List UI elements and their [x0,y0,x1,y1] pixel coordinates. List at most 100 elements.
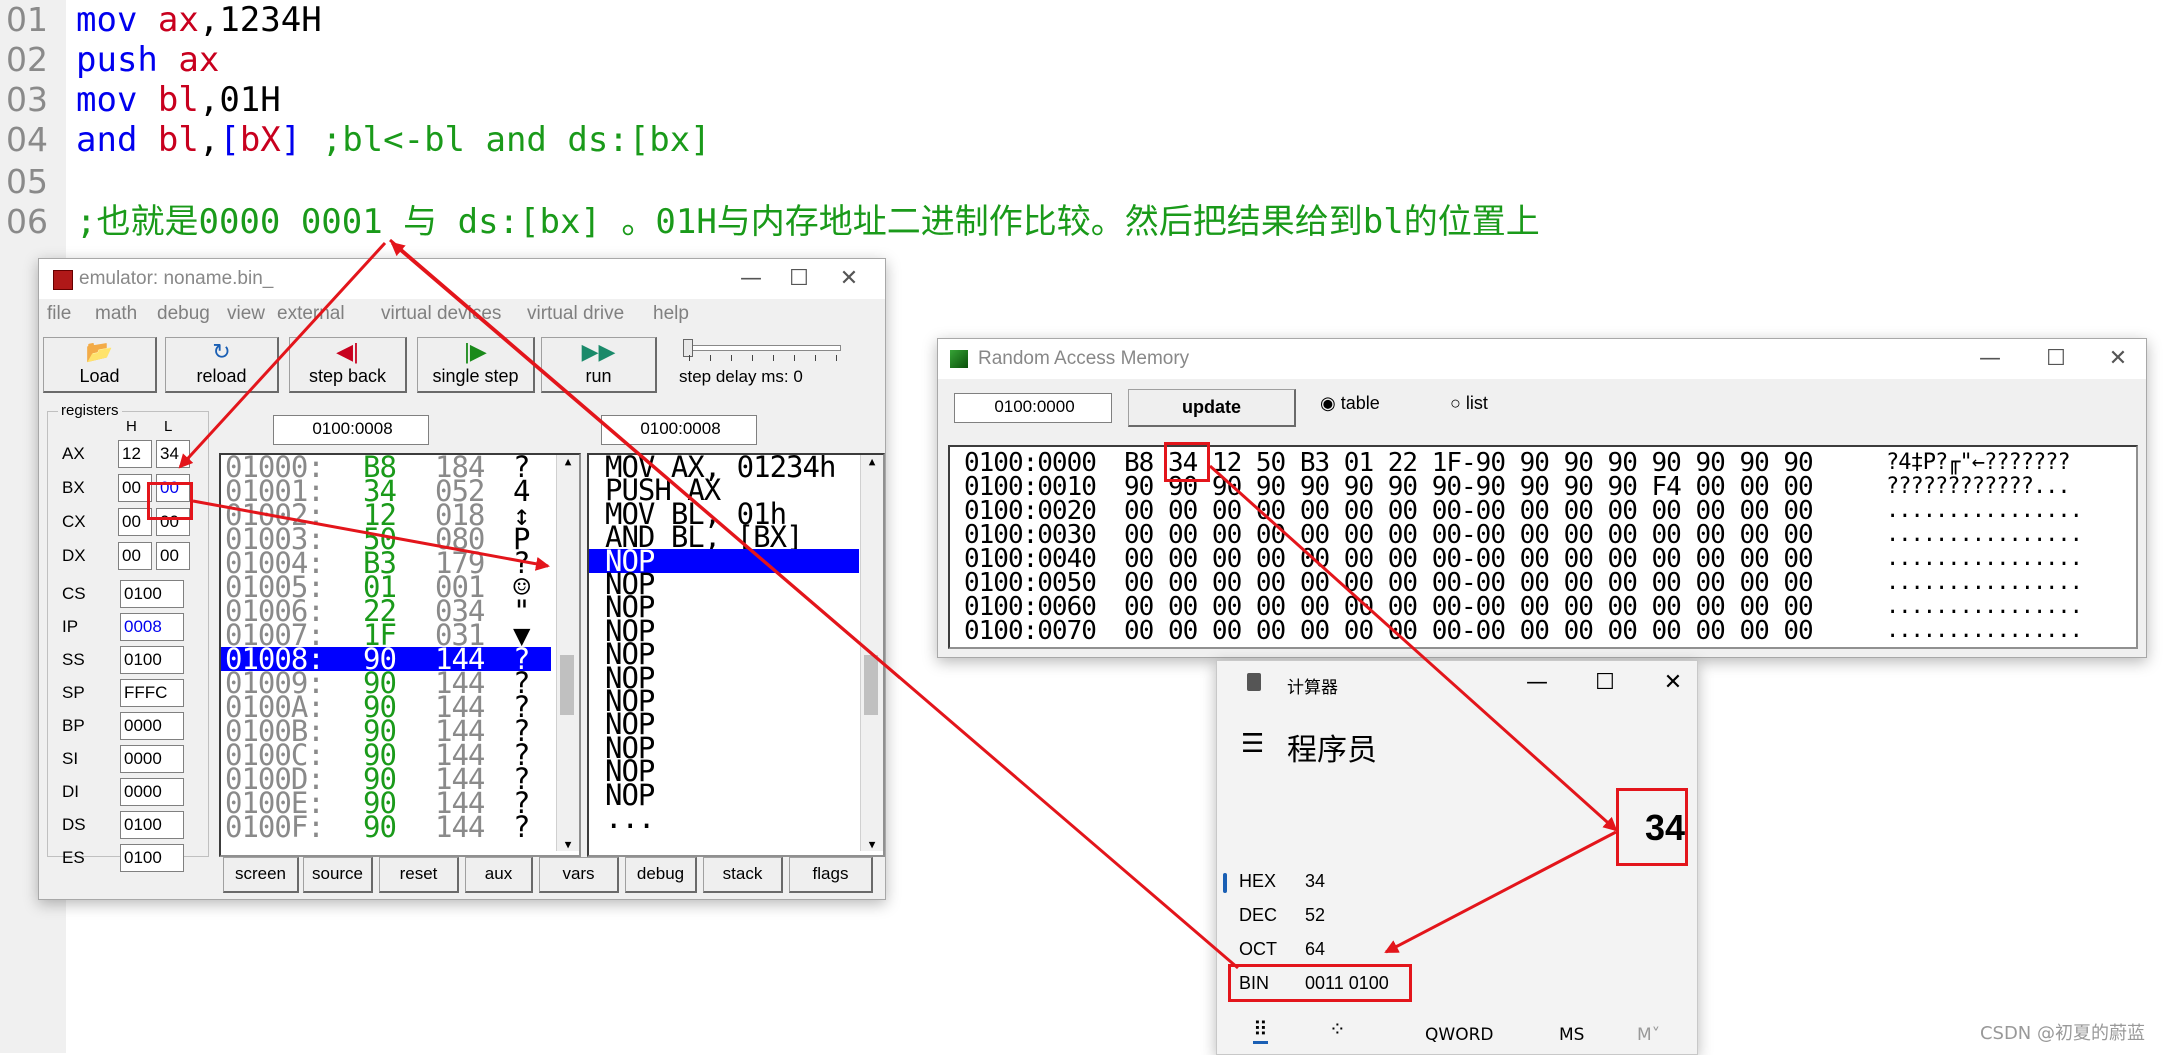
ram-row-ascii: ................ [1886,498,2083,523]
register-name: CX [62,512,86,531]
code-token: ,1234H [198,0,322,40]
ip-register-field[interactable]: 0008 [120,613,184,641]
disasm-row[interactable]: ... [589,804,859,833]
memory-store-button[interactable]: MS [1559,1025,1584,1045]
es-register-field[interactable]: 0100 [120,844,184,872]
radix-oct-label[interactable]: OCT [1239,939,1277,960]
emulator-titlebar[interactable]: emulator: noname.bin_ — ☐ ✕ [39,259,885,299]
radio-list[interactable]: ○ list [1450,393,1488,414]
toolbar-label: step back [308,366,387,386]
ram-titlebar[interactable]: Random Access Memory — ☐ ✕ [938,339,2146,379]
si-register-field[interactable]: 0000 [120,745,184,773]
menu-help[interactable]: help [653,303,689,325]
register-name: DX [62,546,86,565]
code-line[interactable]: 05 [0,162,2163,202]
code-token: ;bl<-bl and ds:[bx] [301,120,711,160]
code-token: [ [219,120,240,160]
step-back-button[interactable]: ◀| step back [289,337,407,393]
ss-register-field[interactable]: 0100 [120,646,184,674]
reload-button[interactable]: ↻ reload [165,337,279,393]
cs-register-field[interactable]: 0100 [120,580,184,608]
flags-button[interactable]: flags [789,857,873,893]
menu-virtual-drive[interactable]: virtual drive [527,303,624,325]
ram-row-ascii: ................ [1886,522,2083,547]
calc-display-highlight [1616,788,1688,866]
close-icon[interactable]: ✕ [2098,343,2138,375]
code-token: push [76,40,179,80]
code-line[interactable]: 04 and bl,[bX] ;bl<-bl and ds:[bx] [0,120,2163,160]
disasm-address-input[interactable]: 0100:0008 [601,415,757,445]
menu-math[interactable]: math [95,303,137,325]
bp-register-field[interactable]: 0000 [120,712,184,740]
menu-virtual-devices[interactable]: virtual devices [381,303,501,325]
ax-high-field[interactable]: 12 [118,440,152,468]
maximize-icon[interactable]: ☐ [779,263,819,295]
bit-toggle-icon[interactable]: ⁘ [1329,1017,1346,1041]
step-delay-slider[interactable]: step delay ms: 0 [679,339,849,389]
ds-register-field[interactable]: 0100 [120,811,184,839]
col-l-label: L [164,418,173,435]
single-step-button[interactable]: |▶ single step [417,337,535,393]
calc-titlebar[interactable]: 计算器 — ☐ ✕ [1217,661,1697,705]
sp-register-field[interactable]: FFFC [120,679,184,707]
reset-button[interactable]: reset [379,857,459,893]
word-size-button[interactable]: QWORD [1425,1025,1493,1045]
radix-dec-label[interactable]: DEC [1239,905,1277,926]
aux-button[interactable]: aux [465,857,533,893]
memory-list-button[interactable]: M˅ [1637,1025,1660,1045]
code-text: ;也就是0000 0001 与 ds:[bx] 。01H与内存地址二进制作比较。… [76,202,1540,242]
code-token: ax [157,0,199,40]
radio-table[interactable]: ◉ table [1320,393,1380,414]
close-icon[interactable]: ✕ [1653,667,1693,699]
radix-oct-value: 64 [1305,939,1326,959]
Load-button[interactable]: 📂 Load [43,337,157,393]
register-name: SP [62,683,85,702]
minimize-icon[interactable]: — [1517,667,1557,699]
code-token: and [76,120,158,160]
maximize-icon[interactable]: ☐ [2036,343,2076,375]
menu-file[interactable]: file [47,303,71,325]
hamburger-menu-icon[interactable]: ☰ [1241,729,1264,759]
minimize-icon[interactable]: — [1970,343,2010,375]
register-name: ES [62,848,85,867]
dx-high-field[interactable]: 00 [118,542,152,570]
calculator-icon [1247,673,1261,691]
memory-scrollbar[interactable]: ▲ ▼ [556,455,579,851]
menu-debug[interactable]: debug [157,303,210,325]
code-line[interactable]: 01 mov ax,1234H [0,0,2163,40]
menu-view[interactable]: view [227,303,265,325]
debug-button[interactable]: debug [625,857,697,893]
keypad-icon[interactable]: ⠿ [1253,1017,1268,1044]
line-number: 02 [6,40,48,79]
code-line[interactable]: 06 ;也就是0000 0001 与 ds:[bx] 。01H与内存地址二进制作比… [0,202,2163,242]
disasm-scrollbar[interactable]: ▲ ▼ [860,455,883,851]
menu-external[interactable]: external [277,303,345,325]
dx-low-field[interactable]: 00 [156,542,190,570]
stack-button[interactable]: stack [703,857,783,893]
update-button[interactable]: update [1128,389,1296,427]
toolbar-label: single step [432,366,519,386]
ax-low-field[interactable]: 34 [156,440,190,468]
vars-button[interactable]: vars [539,857,619,893]
memory-cell-d: 144 [435,810,485,844]
di-register-field[interactable]: 0000 [120,778,184,806]
radix-hex-label[interactable]: HEX [1239,871,1276,892]
disassembly-list[interactable]: MOV AX, 01234h PUSH AX MOV BL, 01h AND BL, … [587,453,885,857]
code-text: mov ax,1234H [76,0,322,40]
minimize-icon[interactable]: — [731,263,771,295]
line-number: 03 [6,80,48,119]
screen-button[interactable]: screen [223,857,299,893]
ram-table[interactable]: 0100:0000 B8 34 12 50 B3 01 22 1F-90 90 9… [948,445,2138,649]
register-name: SS [62,650,85,669]
close-icon[interactable]: ✕ [829,263,869,295]
maximize-icon[interactable]: ☐ [1585,667,1625,699]
active-radix-indicator [1223,873,1227,893]
code-line[interactable]: 02 push ax [0,40,2163,80]
memory-list[interactable]: 01000: B8 184? 01001: 34 052 4 01002: 12 018 ↕ 0100… [219,453,581,857]
ram-address-input[interactable]: 0100:0000 [954,393,1112,423]
run-button[interactable]: ▶▶ run [541,337,657,393]
memory-row[interactable]: 0100F: 90 144? [221,810,551,844]
source-button[interactable]: source [303,857,373,893]
code-line[interactable]: 03 mov bl,01H [0,80,2163,120]
memory-address-input[interactable]: 0100:0008 [273,415,429,445]
